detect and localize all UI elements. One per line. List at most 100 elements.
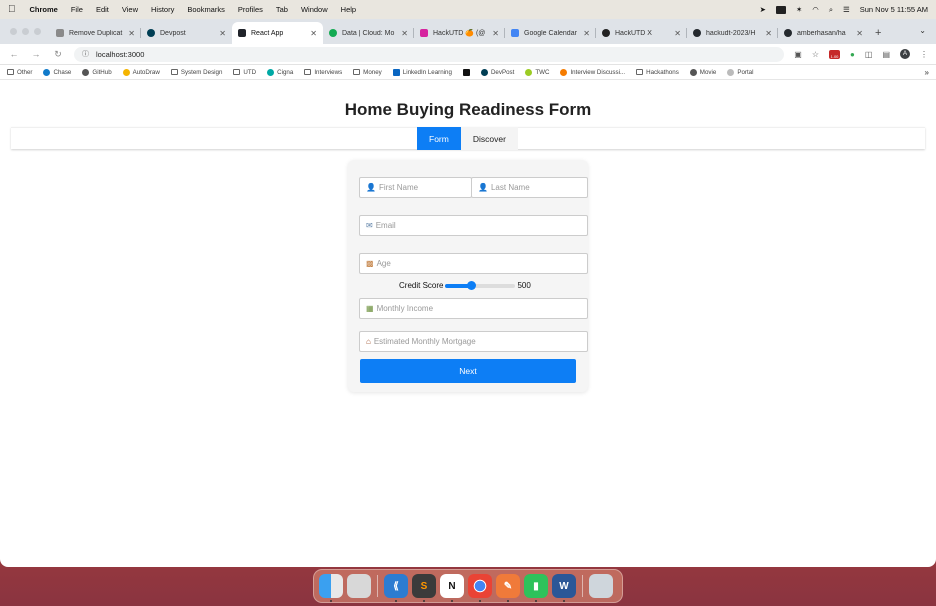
address-bar[interactable]: ⓘ localhost:3000 (74, 46, 785, 62)
color-extension-icon[interactable]: ● (850, 50, 855, 59)
bookmark-cigna[interactable]: Cigna (267, 68, 293, 76)
bluetooth-icon[interactable]: ✶ (796, 5, 802, 14)
slider-thumb[interactable] (467, 280, 477, 290)
close-icon[interactable]: ✕ (856, 29, 863, 38)
launchpad-icon[interactable] (347, 574, 371, 598)
back-icon[interactable]: ← (8, 49, 20, 59)
search-icon[interactable]: ⌕ (829, 5, 833, 15)
menu-help[interactable]: Help (341, 5, 356, 14)
bookmark-twc[interactable]: TWC (525, 68, 549, 76)
apple-icon[interactable]:  (8, 4, 16, 15)
age-field[interactable]: ▩ Age (359, 253, 588, 274)
email-field[interactable]: ✉ Email (359, 215, 588, 236)
chrome-icon[interactable] (468, 574, 492, 602)
extensions-puzzle-icon[interactable]: ◫ (865, 50, 873, 59)
close-icon[interactable]: ✕ (492, 29, 499, 38)
bookmark-chase[interactable]: Chase (43, 68, 71, 76)
house-icon: ⌂ (366, 337, 371, 346)
bookmark-github[interactable]: GitHub (82, 68, 112, 76)
tab-discover[interactable]: Discover (460, 127, 518, 150)
side-panel-icon[interactable]: ▤ (882, 50, 890, 59)
chevron-down-icon[interactable]: ⌄ (919, 26, 926, 35)
menu-app-name[interactable]: Chrome (30, 5, 58, 14)
cast-icon[interactable]: ▣ (794, 50, 802, 59)
sublime-text-icon[interactable]: S (412, 574, 436, 602)
close-icon[interactable]: ✕ (219, 29, 226, 38)
tab-form[interactable]: Form (417, 127, 461, 150)
forward-icon[interactable]: → (30, 49, 42, 59)
close-icon[interactable]: ✕ (765, 29, 772, 38)
profile-avatar[interactable]: A (900, 49, 910, 59)
menu-edit[interactable]: Edit (96, 5, 109, 14)
tab-instagram[interactable]: HackUTD 🍊 (@ ✕ (414, 22, 505, 44)
menu-clock[interactable]: Sun Nov 5 11:55 AM (860, 5, 928, 14)
bookmark-autodraw[interactable]: AutoDraw (122, 68, 160, 76)
close-icon[interactable]: ✕ (674, 29, 681, 38)
mortgage-field[interactable]: ⌂ Estimated Monthly Mortgage (359, 331, 588, 352)
pencil-icon[interactable]: ✎ (496, 574, 520, 602)
menu-file[interactable]: File (71, 5, 83, 14)
menu-profiles[interactable]: Profiles (238, 5, 263, 14)
bookmark-system-design[interactable]: System Design (170, 69, 222, 76)
word-icon[interactable]: W (552, 574, 576, 602)
close-window-button[interactable] (10, 28, 17, 35)
close-icon[interactable]: ✕ (401, 29, 408, 38)
tab-react-app[interactable]: React App ✕ (232, 22, 323, 44)
tab-label: Google Calendar (524, 29, 577, 37)
id-card-icon: ✉ (366, 221, 373, 230)
bookmark-money[interactable]: Money (353, 69, 382, 76)
bookmark-hackathons[interactable]: Hackathons (636, 69, 679, 76)
bookmark-portal[interactable]: Portal (727, 68, 753, 76)
wifi-icon[interactable]: ◠ (812, 5, 819, 14)
bookmark-bo[interactable] (462, 68, 470, 76)
monthly-income-field[interactable]: ▦ Monthly Income (359, 298, 588, 319)
more-menu-icon[interactable]: ⋮ (920, 50, 928, 59)
bookmark-interviews[interactable]: Interviews (304, 69, 342, 76)
reload-icon[interactable]: ↻ (52, 49, 64, 60)
tab-devpost[interactable]: Devpost ✕ (141, 22, 232, 44)
bookmark-star-icon[interactable]: ☆ (812, 50, 819, 59)
maximize-window-button[interactable] (34, 28, 41, 35)
location-icon[interactable]: ➤ (760, 5, 766, 14)
menu-bookmarks[interactable]: Bookmarks (187, 5, 225, 14)
close-icon[interactable]: ✕ (128, 29, 135, 38)
menu-tab[interactable]: Tab (276, 5, 288, 14)
bookmark-movie[interactable]: Movie (689, 68, 716, 76)
bookmark-label: UTD (243, 68, 257, 76)
menu-view[interactable]: View (122, 5, 138, 14)
close-icon[interactable]: ✕ (310, 29, 317, 38)
close-icon[interactable]: ✕ (583, 29, 590, 38)
minimize-window-button[interactable] (22, 28, 29, 35)
dock-separator (582, 575, 583, 597)
nav-tabs: Form Discover (417, 127, 518, 150)
extension-badge-icon[interactable]: 1.00 (829, 49, 841, 59)
last-name-field[interactable]: 👤 Last Name (471, 177, 588, 198)
tab-github-hackudt[interactable]: hackudt-2023/H ✕ (687, 22, 778, 44)
tab-hackutd[interactable]: HackUTD X ✕ (596, 22, 687, 44)
tab-github-amberhasan[interactable]: amberhasan/ha ✕ (778, 22, 869, 44)
tab-google-calendar[interactable]: Google Calendar ✕ (505, 22, 596, 44)
credit-score-slider[interactable] (445, 280, 516, 290)
bookmark-interview-discussion[interactable]: Interview Discussi... (560, 68, 625, 76)
browser-window: Remove Duplicat ✕ Devpost ✕ React App ✕ … (0, 19, 936, 567)
trash-icon[interactable] (589, 574, 613, 598)
next-button[interactable]: Next (360, 359, 576, 383)
more-bookmarks-icon[interactable]: » (925, 68, 929, 77)
control-center-icon[interactable]: ☰ (843, 5, 850, 14)
site-info-icon[interactable]: ⓘ (82, 49, 89, 59)
vscode-icon[interactable]: ⟪ (384, 574, 408, 602)
tab-remove-duplicates[interactable]: Remove Duplicat ✕ (50, 22, 141, 44)
menu-history[interactable]: History (151, 5, 174, 14)
first-name-field[interactable]: 👤 First Name (359, 177, 472, 198)
bookmark-other[interactable]: Other (7, 69, 32, 76)
new-tab-button[interactable]: + (875, 22, 881, 44)
menu-window[interactable]: Window (301, 5, 328, 14)
tab-mongodb[interactable]: Data | Cloud: Mo ✕ (323, 22, 414, 44)
numbers-icon[interactable]: ▮ (524, 574, 548, 602)
battery-icon[interactable] (775, 5, 786, 14)
finder-icon[interactable] (319, 574, 343, 602)
bookmark-utd[interactable]: UTD (233, 69, 256, 76)
bookmark-devpost[interactable]: DevPost (480, 68, 514, 76)
notion-icon[interactable]: N (440, 574, 464, 602)
bookmark-linkedin-learning[interactable]: LinkedIn Learning (392, 68, 452, 76)
